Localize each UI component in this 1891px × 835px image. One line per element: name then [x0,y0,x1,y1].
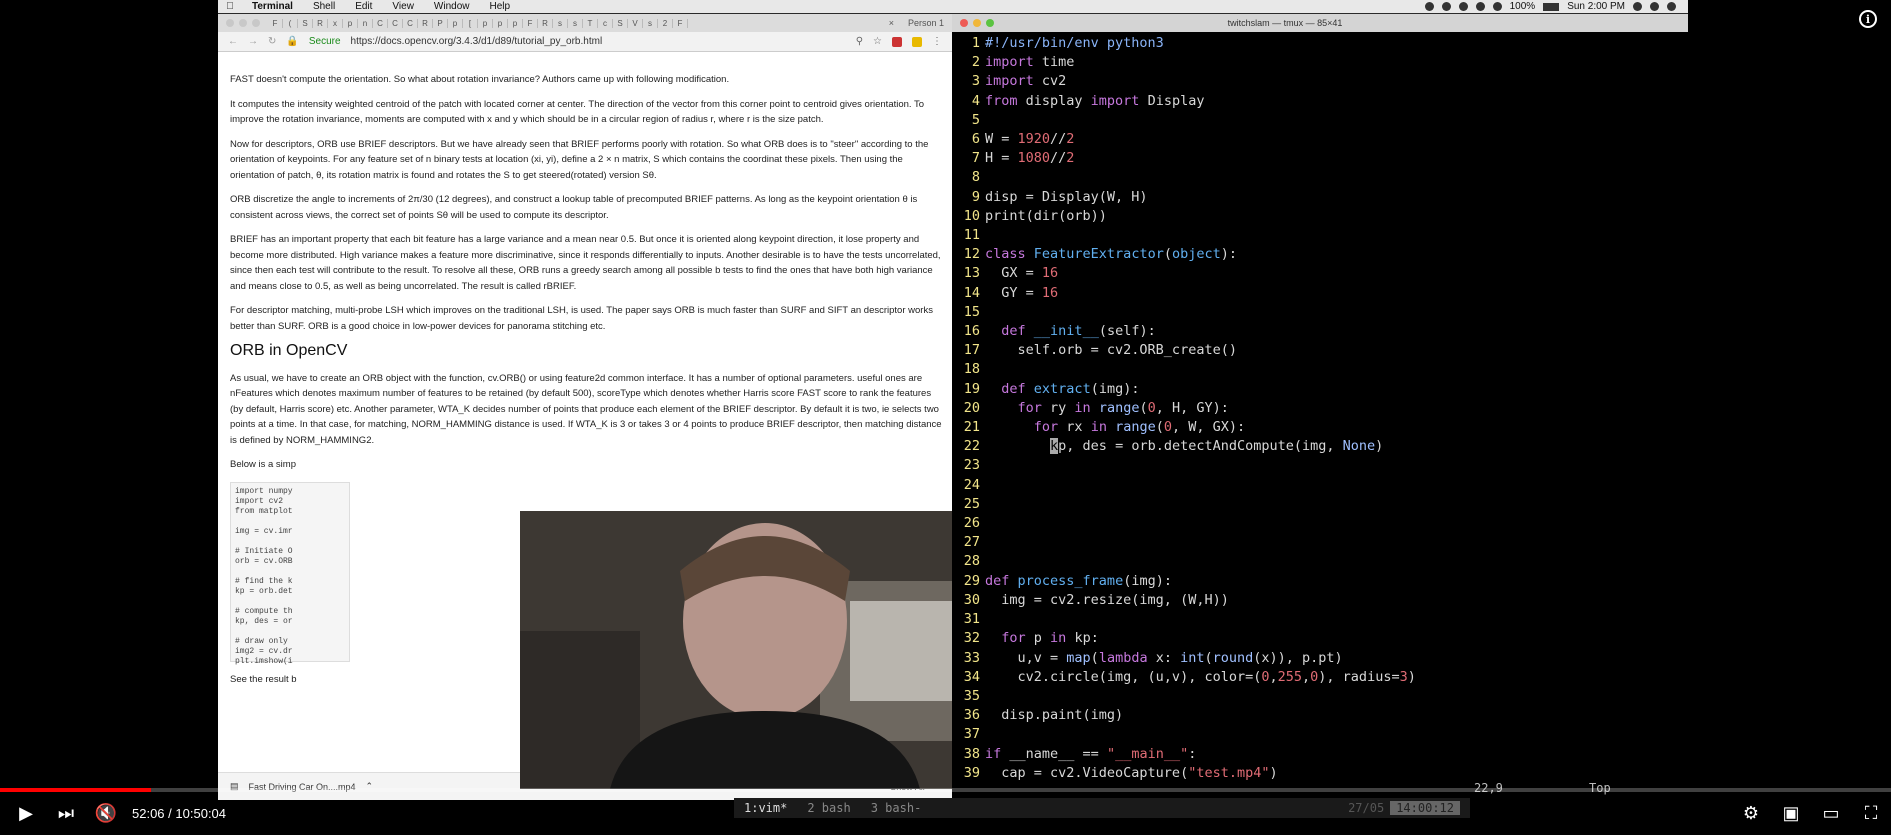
paragraph: It computes the intensity weighted centr… [230,98,925,126]
browser-tab[interactable]: p [493,18,508,28]
browser-tab[interactable]: p [508,18,523,28]
volume-icon[interactable] [1492,2,1502,11]
browser-tab[interactable]: V [628,18,643,28]
window-minimize-button[interactable] [973,19,981,27]
menu-app-name[interactable]: Terminal [242,1,303,12]
browser-tab[interactable]: 2 [658,18,673,28]
reload-icon[interactable]: ↻ [268,36,276,47]
battery-percent: 100% [1509,1,1536,12]
paragraph: For descriptor matching, multi-probe LSH… [230,305,933,332]
mute-icon[interactable]: 🔇 [86,794,126,834]
paragraph: As usual, we have to create an ORB objec… [230,372,942,446]
bookmark-star-icon[interactable]: ☆ [873,36,882,47]
browser-tab[interactable]: c [598,18,613,28]
vim-editor[interactable]: 1 #!/usr/bin/env python3 2 import time 3 im… [952,34,1416,783]
code-snippet: import numpy import cv2 from matplot img… [230,481,350,666]
browser-tab[interactable]: [ [463,18,478,28]
browser-tab[interactable]: R [313,18,328,28]
terminal-title: twitchslam — tmux — 85×41 [1227,18,1343,28]
menu-shell[interactable]: Shell [303,1,345,12]
paragraph: Below is a simp [230,459,296,470]
browser-tab[interactable]: S [298,18,313,28]
address-bar: ← → ↻ 🔒 Secure https://docs.opencv.org/3… [218,32,952,52]
section-heading: ORB in OpenCV [230,342,348,359]
browser-tab[interactable]: p [343,18,358,28]
browser-tab[interactable]: R [418,18,433,28]
play-button[interactable]: ▶ [6,794,46,834]
webcam-overlay [520,511,1014,789]
back-icon[interactable]: ← [228,36,238,47]
theater-mode-icon[interactable]: ▭ [1811,794,1851,834]
player-controls: ▶ ⏭ 🔇 52:06 / 10:50:04 ⚙ ▣ ▭ ⛶ [0,792,1891,835]
menu-list-icon[interactable] [1667,2,1676,11]
paragraph: ORB discretize the angle to increments o… [230,194,918,221]
url-input[interactable]: https://docs.opencv.org/3.4.3/d1/d89/tut… [351,36,846,47]
browser-tab[interactable]: F [673,18,688,28]
browser-tab[interactable]: S [613,18,628,28]
browser-tab[interactable]: F [523,18,538,28]
menu-kebab-icon[interactable]: ⋮ [932,36,942,47]
paragraph: BRIEF has an important property that eac… [230,234,941,292]
time-total: 10:50:04 [175,806,227,821]
terminal-window: twitchslam — tmux — 85×41 1 #!/usr/bin/en… [952,14,1688,800]
lock-icon: 🔒 [286,36,299,47]
status-icon[interactable] [1458,2,1468,11]
window-zoom-button[interactable] [986,19,994,27]
search-icon[interactable]: ⚲ [856,36,863,47]
video-player[interactable]: i  Terminal Shell Edit View Window Help… [0,0,1891,835]
fullscreen-icon[interactable]: ⛶ [1851,794,1891,834]
browser-tab[interactable]: T [583,18,598,28]
time-current: 52:06 [132,806,165,821]
extension-icon[interactable] [912,36,922,47]
terminal-titlebar: twitchslam — tmux — 85×41 [952,14,1688,32]
browser-tab[interactable]: C [388,18,403,28]
browser-tab[interactable]: s [568,18,583,28]
browser-tab[interactable]: x [328,18,343,28]
secure-label: Secure [308,36,341,47]
info-icon[interactable]: i [1859,10,1877,28]
browser-tab[interactable]: R [538,18,553,28]
next-button[interactable]: ⏭ [46,794,86,834]
browser-tab[interactable]: s [643,18,658,28]
browser-tab[interactable]: F [268,18,283,28]
profile-name[interactable]: Person 1 [900,18,952,28]
menu-view[interactable]: View [382,1,424,12]
browser-tab[interactable]: C [403,18,418,28]
paragraph: Now for descriptors, ORB use BRIEF descr… [230,138,929,181]
window-zoom-button[interactable] [252,19,260,27]
extension-icon[interactable] [892,36,902,47]
window-close-button[interactable] [226,19,234,27]
spotlight-icon[interactable] [1633,2,1642,11]
browser-tab[interactable]: p [478,18,493,28]
battery-icon[interactable] [1543,2,1560,11]
window-minimize-button[interactable] [239,19,247,27]
macos-menubar:  Terminal Shell Edit View Window Help 1… [218,0,1688,13]
browser-tab[interactable]: C [373,18,388,28]
menu-help[interactable]: Help [480,1,521,12]
window-close-button[interactable] [960,19,968,27]
time-display: 52:06 / 10:50:04 [126,806,226,821]
browser-tab[interactable]: ( [283,18,298,28]
forward-icon[interactable]: → [248,36,258,47]
browser-tab[interactable]: p [448,18,463,28]
screen-recording:  Terminal Shell Edit View Window Help 1… [218,0,1688,800]
wifi-icon[interactable] [1475,2,1485,11]
browser-tab[interactable]: s [553,18,568,28]
menu-edit[interactable]: Edit [345,1,382,12]
browser-tab[interactable]: n [358,18,373,28]
miniplayer-icon[interactable]: ▣ [1771,794,1811,834]
webcam-person-image [520,511,1014,789]
tab-close-icon[interactable]: × [883,18,900,28]
browser-tab[interactable]: P [433,18,448,28]
apple-icon[interactable]:  [218,1,242,12]
user-icon[interactable] [1650,2,1659,11]
browser-tabstrip: F(S Rx p n C C C R Pp[p p p F Rs s Tc S Vs 2 F × Person 1 [218,14,952,32]
status-icon[interactable] [1441,2,1451,11]
menubar-clock[interactable]: Sun 2:00 PM [1567,1,1625,12]
status-icon[interactable] [1424,2,1434,11]
paragraph: FAST doesn't compute the orientation. So… [230,74,730,85]
settings-gear-icon[interactable]: ⚙ [1731,794,1771,834]
menu-window[interactable]: Window [424,1,480,12]
browser-tabs: F(S Rx p n C C C R Pp[p p p F Rs s Tc S Vs 2 F [268,18,883,28]
